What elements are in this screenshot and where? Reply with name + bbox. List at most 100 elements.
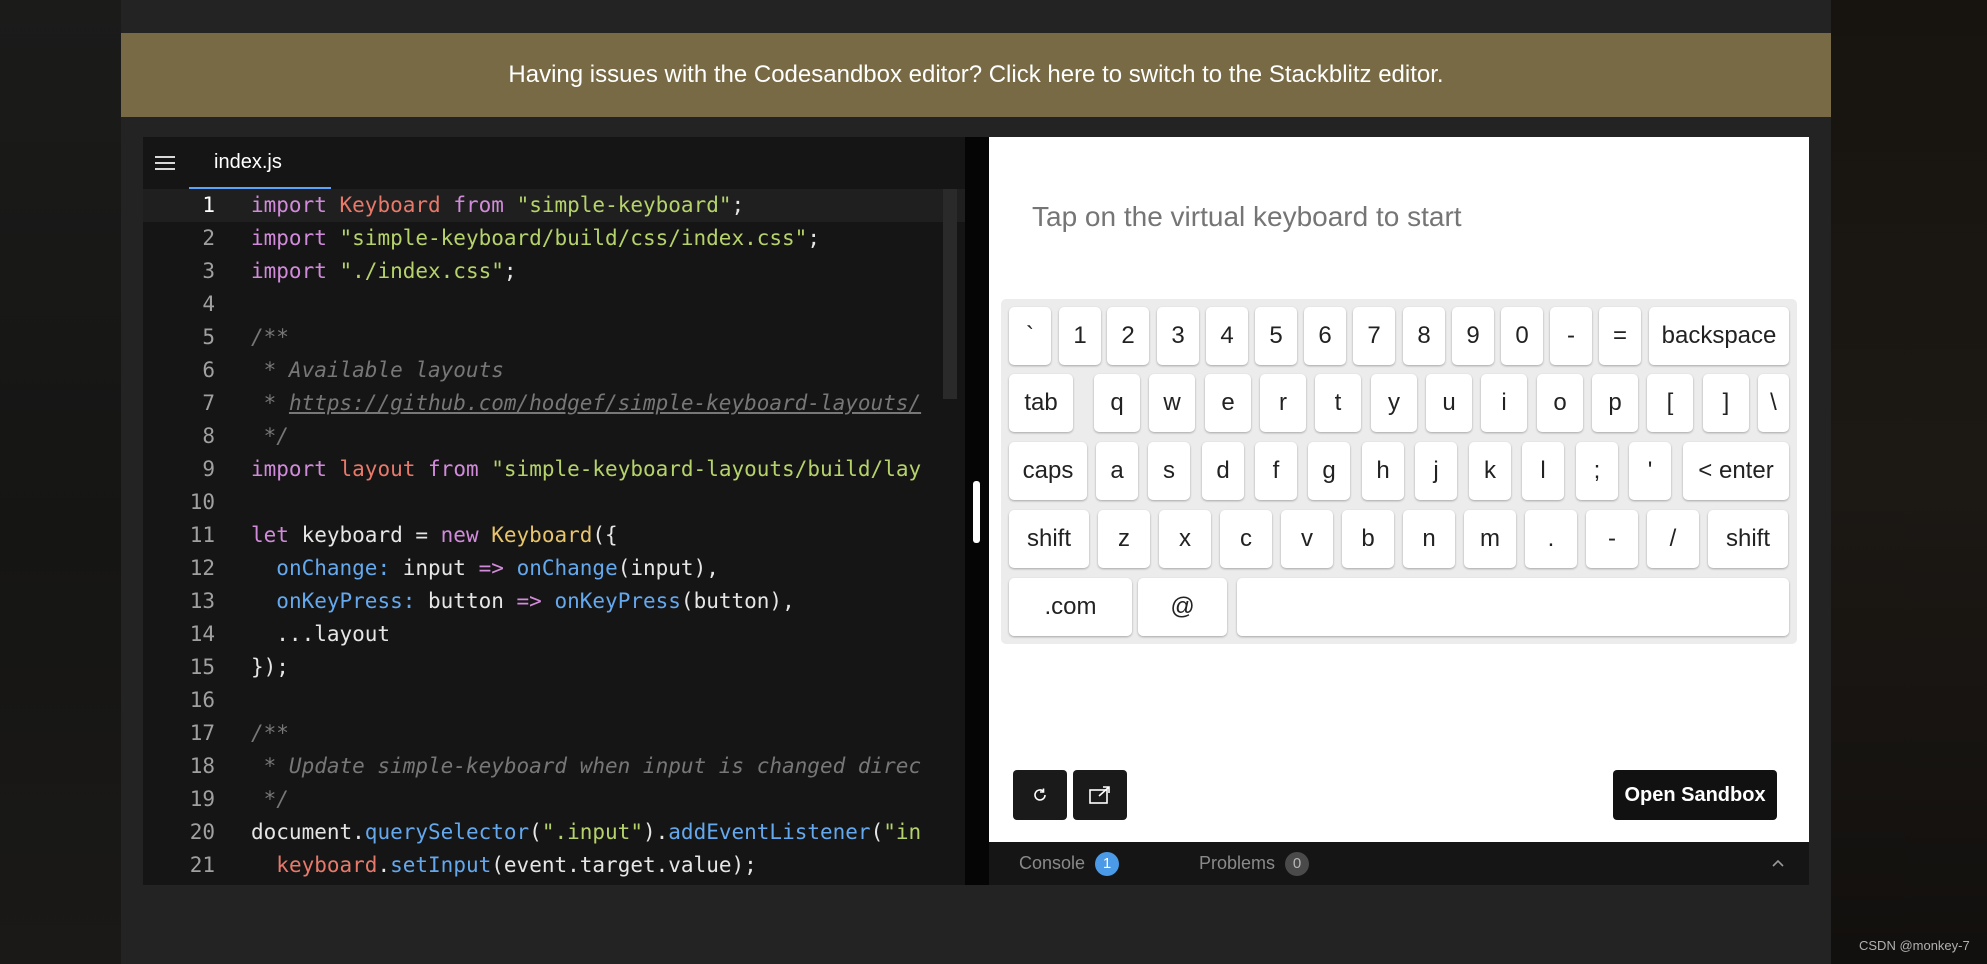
keyboard-key[interactable]: @ [1138,578,1227,636]
keyboard-key[interactable]: 4 [1206,307,1248,365]
keyboard-key[interactable]: d [1202,442,1244,500]
code-line[interactable]: 13 onKeyPress: button => onKeyPress(butt… [143,585,965,618]
code-text: onKeyPress: button => onKeyPress(button)… [276,589,795,613]
code-line[interactable]: 11 let keyboard = new Keyboard({ [143,519,965,552]
hamburger-menu-icon[interactable] [155,151,179,175]
code-line[interactable]: 17 /** [143,717,965,750]
code-line[interactable]: 4 [143,288,965,321]
code-line[interactable]: 12 onChange: input => onChange(input), [143,552,965,585]
keyboard-key[interactable]: 2 [1107,307,1149,365]
keyboard-key[interactable]: 1 [1059,307,1101,365]
keyboard-key[interactable]: ` [1009,307,1051,365]
keyboard-key[interactable]: s [1148,442,1190,500]
tab-console[interactable]: Console 1 [1019,842,1120,885]
keyboard-key[interactable]: n [1403,510,1455,568]
keyboard-key[interactable]: \ [1758,374,1789,432]
keyboard-key[interactable]: . [1525,510,1577,568]
console-label: Console [1019,853,1086,873]
keyboard-key[interactable]: g [1308,442,1350,500]
keyboard-key[interactable]: ; [1576,442,1618,500]
code-line[interactable]: 2 import "simple-keyboard/build/css/index… [143,222,965,255]
keyboard-key[interactable]: a [1096,442,1138,500]
editor-scrollbar[interactable] [943,189,957,399]
keyboard-key[interactable]: 8 [1403,307,1445,365]
keyboard-key[interactable]: caps [1009,442,1087,500]
keyboard-key[interactable]: k [1469,442,1511,500]
keyboard-key[interactable]: ] [1703,374,1749,432]
keyboard-key[interactable]: e [1205,374,1251,432]
keyboard-key[interactable]: m [1464,510,1516,568]
open-sandbox-button[interactable]: Open Sandbox [1613,770,1777,820]
keyboard-input[interactable] [1032,201,1732,233]
code-editor[interactable]: index.js 1 import Keyboard from "simple-k… [143,137,965,885]
code-line[interactable]: 10 [143,486,965,519]
keyboard-key[interactable]: = [1599,307,1641,365]
keyboard-key[interactable]: y [1371,374,1417,432]
code-line[interactable]: 19 */ [143,783,965,816]
code-line[interactable]: 1 import Keyboard from "simple-keyboard"; [143,189,965,222]
keyboard-key[interactable]: f [1255,442,1297,500]
keyboard-key[interactable]: 9 [1452,307,1494,365]
code-line[interactable]: 21 keyboard.setInput(event.target.value)… [143,849,965,882]
keyboard-key[interactable]: h [1362,442,1404,500]
keyboard-key[interactable]: j [1415,442,1457,500]
keyboard-key[interactable]: [ [1647,374,1693,432]
keyboard-key[interactable]: 0 [1501,307,1543,365]
code-line[interactable]: 7 * https://github.com/hodgef/simple-key… [143,387,965,420]
keyboard-key-space[interactable] [1237,578,1789,636]
virtual-keyboard: ` 1 2 3 4 5 6 7 8 9 0- = backspace tab q w e r t y u i o p[] \ ca… [1001,299,1797,644]
keyboard-key[interactable]: shift [1708,510,1788,568]
code-line[interactable]: 9 import layout from "simple-keyboard-lay… [143,453,965,486]
tab-problems[interactable]: Problems 0 [1199,842,1310,885]
editor-tab-bar: index.js [143,137,965,189]
keyboard-key[interactable]: 3 [1157,307,1199,365]
code-line[interactable]: 6 * Available layouts [143,354,965,387]
console-count-badge: 1 [1095,851,1120,876]
keyboard-key[interactable]: .com [1009,578,1132,636]
code-area[interactable]: 1 import Keyboard from "simple-keyboard";… [143,189,965,885]
reload-button[interactable] [1013,770,1067,820]
keyboard-key[interactable]: o [1537,374,1583,432]
keyboard-key[interactable]: u [1426,374,1472,432]
code-line[interactable]: 20 document.querySelector(".input").addEv… [143,816,965,849]
keyboard-key[interactable]: p [1592,374,1638,432]
code-line[interactable]: 3 import "./index.css"; [143,255,965,288]
keyboard-key[interactable]: 7 [1353,307,1395,365]
code-text: * Update simple-keyboard when input is c… [251,754,922,778]
keyboard-key[interactable]: l [1522,442,1564,500]
keyboard-key[interactable]: v [1281,510,1333,568]
keyboard-key[interactable]: backspace [1649,307,1789,365]
keyboard-key[interactable]: 5 [1255,307,1297,365]
keyboard-key[interactable]: shift [1009,510,1089,568]
code-text: document.querySelector(".input").addEven… [251,820,922,844]
code-line[interactable]: 14 ...layout [143,618,965,651]
keyboard-key[interactable]: - [1550,307,1592,365]
keyboard-key[interactable]: tab [1009,374,1073,432]
code-line[interactable]: 18 * Update simple-keyboard when input i… [143,750,965,783]
code-line[interactable]: 16 [143,684,965,717]
keyboard-key[interactable]: b [1342,510,1394,568]
keyboard-key[interactable]: i [1481,374,1527,432]
keyboard-key[interactable]: ' [1629,442,1671,500]
file-tab-index-js[interactable]: index.js [189,137,331,189]
line-number: 9 [202,457,215,481]
keyboard-key[interactable]: t [1315,374,1361,432]
resize-handle[interactable] [973,481,980,543]
keyboard-key[interactable]: c [1220,510,1272,568]
code-line[interactable]: 5 /** [143,321,965,354]
keyboard-key[interactable]: q [1094,374,1140,432]
page-frame: Having issues with the Codesandbox edito… [121,0,1831,964]
switch-editor-banner[interactable]: Having issues with the Codesandbox edito… [121,33,1831,117]
keyboard-key[interactable]: < enter [1683,442,1789,500]
keyboard-key[interactable]: x [1159,510,1211,568]
keyboard-key[interactable]: - [1586,510,1638,568]
code-line[interactable]: 8 */ [143,420,965,453]
code-line[interactable]: 15}); [143,651,965,684]
keyboard-key[interactable]: z [1098,510,1150,568]
keyboard-key[interactable]: / [1647,510,1699,568]
open-new-window-button[interactable] [1073,770,1127,820]
keyboard-key[interactable]: 6 [1304,307,1346,365]
chevron-up-icon[interactable] [1768,854,1788,874]
keyboard-key[interactable]: r [1260,374,1306,432]
keyboard-key[interactable]: w [1149,374,1195,432]
